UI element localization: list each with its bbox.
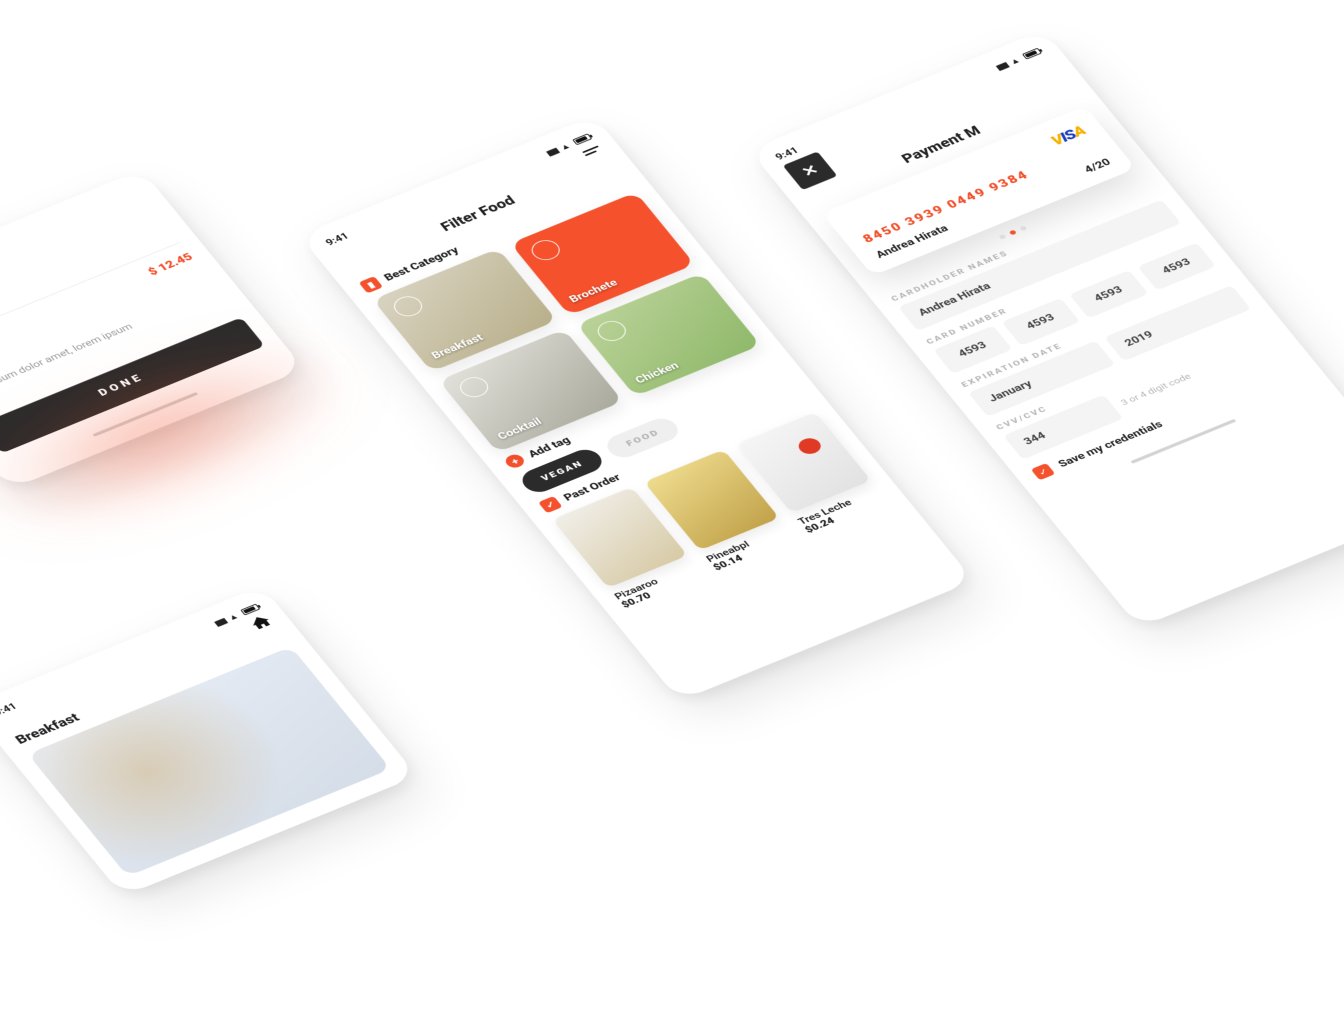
- wifi-icon: [1007, 54, 1023, 66]
- battery-icon: [240, 603, 260, 615]
- signal-icon: [211, 615, 227, 627]
- wifi-icon: [557, 139, 573, 151]
- chicken-icon: [593, 317, 631, 344]
- signal-icon: [543, 145, 559, 157]
- skewer-icon: [527, 236, 565, 263]
- plus-icon[interactable]: +: [503, 452, 528, 469]
- check-icon: ✓: [538, 495, 563, 512]
- wifi-icon: [225, 610, 241, 622]
- pan-icon: [389, 292, 427, 319]
- screen-breakfast: 9:41 Breakfast: [0, 585, 417, 896]
- screen-cart: Kacang X1 Sub Total $ 12.45 ≡ Notes Lore…: [0, 169, 304, 489]
- battery-icon: [572, 133, 592, 145]
- checkbox-save[interactable]: ✓: [1031, 462, 1056, 479]
- battery-icon: [1022, 47, 1042, 59]
- chart-icon: ▮: [359, 276, 384, 293]
- card-expiry: 4/20: [1082, 156, 1113, 175]
- home-icon[interactable]: [249, 614, 273, 630]
- signal-icon: [993, 59, 1009, 71]
- glass-icon: [455, 373, 493, 400]
- cart-item-qty: X1: [0, 256, 6, 281]
